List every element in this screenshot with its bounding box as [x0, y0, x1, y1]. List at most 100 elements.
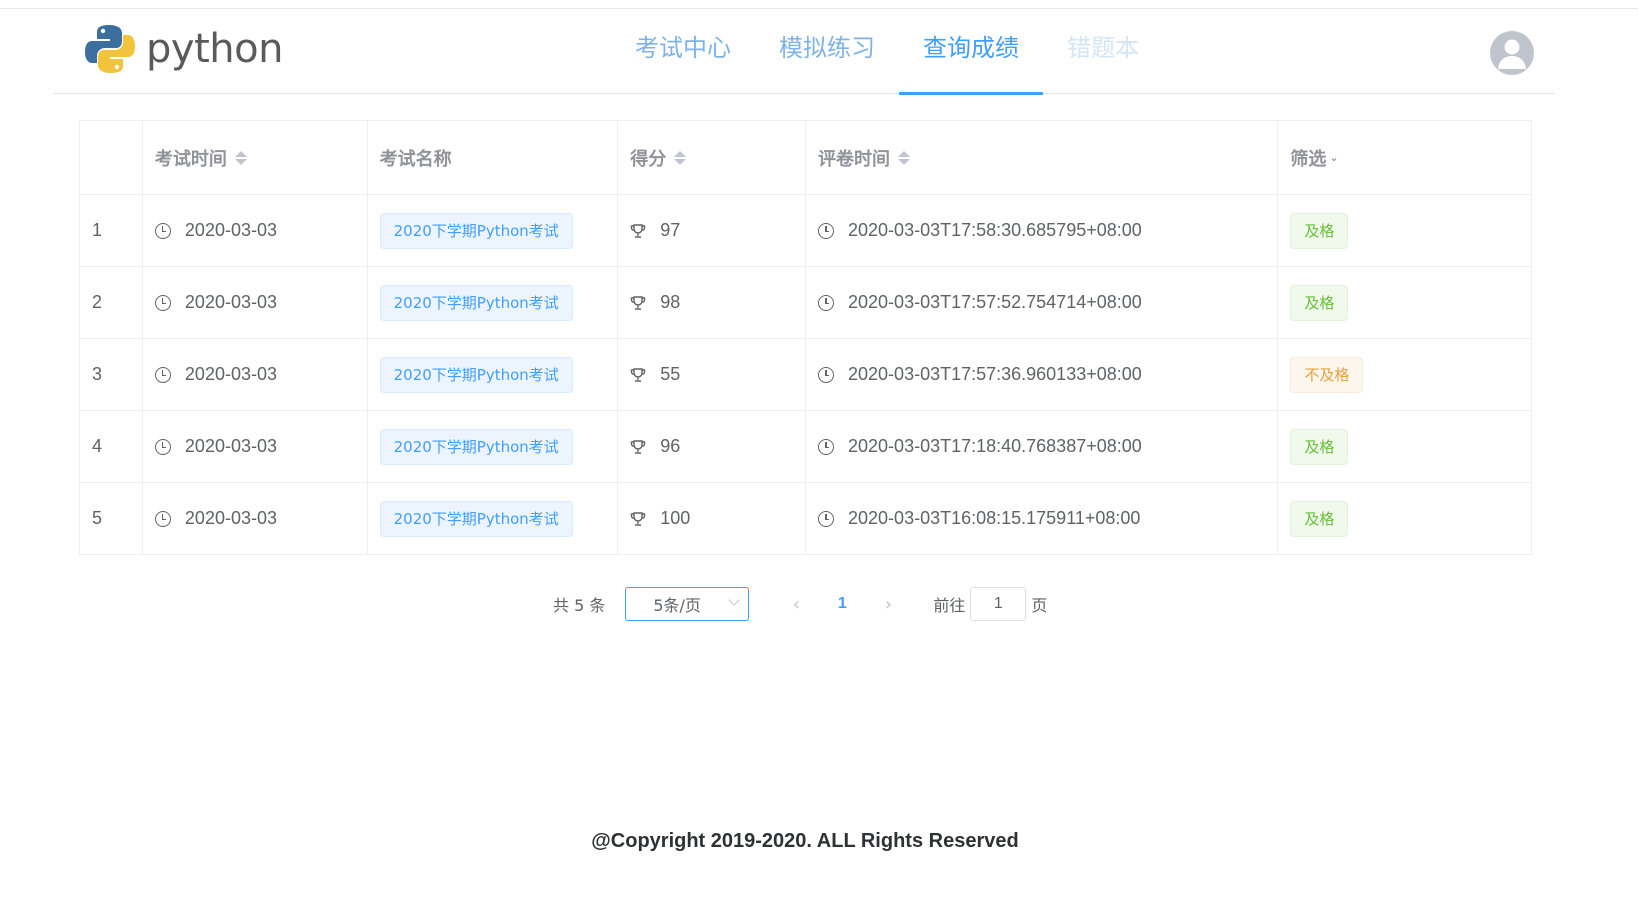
scores-table: 考试时间 考试名称 得分 评卷时间 筛选 ⌄ 1 2020-03-03 2020…: [79, 120, 1532, 555]
score-text: 96: [660, 436, 681, 456]
cell-exam-name: 2020下学期Python考试: [368, 483, 619, 554]
clock-icon: [154, 438, 171, 455]
exam-name-tag: 2020下学期Python考试: [379, 500, 573, 537]
trophy-icon: [631, 511, 646, 526]
header-exam-time[interactable]: 考试时间: [143, 121, 368, 194]
grade-time-text: 2020-03-03T17:57:52.754714+08:00: [848, 292, 1142, 312]
grade-time-text: 2020-03-03T17:18:40.768387+08:00: [848, 436, 1142, 456]
clock-icon: [154, 294, 171, 311]
clock-icon: [818, 366, 835, 383]
cell-status: 不及格: [1278, 339, 1531, 410]
grade-time-text: 2020-03-03T16:08:15.175911+08:00: [848, 508, 1141, 528]
exam-name-tag: 2020下学期Python考试: [379, 284, 573, 321]
cell-status: 及格: [1278, 483, 1531, 554]
header-score[interactable]: 得分: [618, 121, 807, 194]
cell-index: 5: [80, 483, 143, 554]
status-badge: 及格: [1290, 500, 1349, 537]
user-avatar-icon: [1498, 39, 1526, 69]
header-grade-time-label: 评卷时间: [818, 148, 891, 170]
grade-time-text: 2020-03-03T17:58:30.685795+08:00: [848, 220, 1142, 240]
goto-label: 前往: [933, 596, 966, 615]
header: python 考试中心 模拟练习 查询成绩 错题本: [54, 9, 1554, 95]
next-page-button[interactable]: ›: [865, 587, 911, 621]
cell-grade-time: 2020-03-03T16:08:15.175911+08:00: [806, 483, 1279, 554]
score-text: 55: [660, 364, 681, 384]
clock-icon: [818, 294, 835, 311]
table-row: 2 2020-03-03 2020下学期Python考试 98 2020-03-…: [80, 267, 1531, 339]
cell-exam-name: 2020下学期Python考试: [368, 195, 619, 266]
nav-item-exam-center[interactable]: 考试中心: [611, 9, 755, 94]
header-index: [80, 121, 143, 194]
nav-item-query-scores[interactable]: 查询成绩: [899, 9, 1043, 95]
exam-time-text: 2020-03-03: [184, 436, 277, 456]
cell-score: 98: [618, 267, 807, 338]
exam-name-tag: 2020下学期Python考试: [379, 356, 573, 393]
footer-copyright: @Copyright 2019-2020. ALL Rights Reserve…: [591, 830, 1019, 852]
exam-time-text: 2020-03-03: [184, 220, 277, 240]
cell-exam-time: 2020-03-03: [143, 267, 368, 338]
cell-status: 及格: [1278, 267, 1531, 338]
table-row: 3 2020-03-03 2020下学期Python考试 55 2020-03-…: [80, 339, 1531, 411]
nav-item-wrong-questions[interactable]: 错题本: [1043, 9, 1163, 94]
sort-caret-icon[interactable]: [898, 150, 911, 165]
cell-index: 3: [80, 339, 143, 410]
status-badge: 及格: [1290, 284, 1349, 321]
table-row: 1 2020-03-03 2020下学期Python考试 97 2020-03-…: [80, 195, 1531, 267]
status-badge: 及格: [1290, 428, 1349, 465]
clock-icon: [818, 438, 835, 455]
cell-exam-time: 2020-03-03: [143, 339, 368, 410]
trophy-icon: [631, 295, 646, 310]
trophy-icon: [631, 367, 646, 382]
exam-time-text: 2020-03-03: [184, 292, 277, 312]
nav-item-mock-practice[interactable]: 模拟练习: [755, 9, 899, 94]
status-badge: 不及格: [1290, 356, 1364, 393]
python-logo-icon: [85, 25, 135, 73]
top-nav: 考试中心 模拟练习 查询成绩 错题本: [611, 9, 1163, 95]
logo[interactable]: python: [84, 23, 283, 75]
page-number-current[interactable]: 1: [819, 587, 865, 621]
cell-exam-name: 2020下学期Python考试: [368, 339, 619, 410]
score-text: 98: [660, 292, 681, 312]
user-avatar[interactable]: [1490, 31, 1534, 75]
clock-icon: [154, 510, 171, 527]
page-goto: 前往 页: [933, 587, 1047, 621]
clock-icon: [818, 510, 835, 527]
score-text: 100: [660, 508, 691, 528]
clock-icon: [818, 222, 835, 239]
grade-time-text: 2020-03-03T17:57:36.960133+08:00: [848, 364, 1142, 384]
chevron-down-icon[interactable]: ⌄: [1329, 151, 1338, 164]
cell-grade-time: 2020-03-03T17:18:40.768387+08:00: [806, 411, 1279, 482]
prev-page-button[interactable]: ‹: [773, 587, 819, 621]
score-text: 97: [660, 220, 681, 240]
header-grade-time[interactable]: 评卷时间: [806, 121, 1279, 194]
cell-exam-time: 2020-03-03: [143, 411, 368, 482]
cell-grade-time: 2020-03-03T17:57:36.960133+08:00: [806, 339, 1279, 410]
table-row: 5 2020-03-03 2020下学期Python考试 100 2020-03…: [80, 483, 1531, 554]
chevron-down-icon: [728, 594, 741, 606]
cell-status: 及格: [1278, 195, 1531, 266]
pagination-total: 共 5 条: [553, 596, 606, 615]
cell-exam-time: 2020-03-03: [143, 195, 368, 266]
cell-score: 96: [618, 411, 807, 482]
exam-name-tag: 2020下学期Python考试: [379, 212, 573, 249]
page-size-value: 5条/页: [653, 596, 701, 615]
trophy-icon: [631, 223, 646, 238]
page-size-select[interactable]: 5条/页: [625, 587, 750, 621]
sort-caret-icon[interactable]: [674, 150, 687, 165]
clock-icon: [154, 366, 171, 383]
cell-grade-time: 2020-03-03T17:58:30.685795+08:00: [806, 195, 1279, 266]
status-badge: 及格: [1290, 212, 1349, 249]
cell-score: 97: [618, 195, 807, 266]
exam-name-tag: 2020下学期Python考试: [379, 428, 573, 465]
cell-exam-time: 2020-03-03: [143, 483, 368, 554]
trophy-icon: [631, 439, 646, 454]
table-row: 4 2020-03-03 2020下学期Python考试 96 2020-03-…: [80, 411, 1531, 483]
cell-exam-name: 2020下学期Python考试: [368, 267, 619, 338]
cell-index: 4: [80, 411, 143, 482]
pagination: 共 5 条 5条/页 ‹ 1 › 前往 页: [553, 586, 1047, 622]
header-filter[interactable]: 筛选 ⌄: [1278, 121, 1531, 194]
logo-text: python: [146, 26, 283, 72]
table-header-row: 考试时间 考试名称 得分 评卷时间 筛选 ⌄: [80, 121, 1531, 195]
goto-page-input[interactable]: [970, 587, 1027, 621]
sort-caret-icon[interactable]: [234, 150, 247, 165]
